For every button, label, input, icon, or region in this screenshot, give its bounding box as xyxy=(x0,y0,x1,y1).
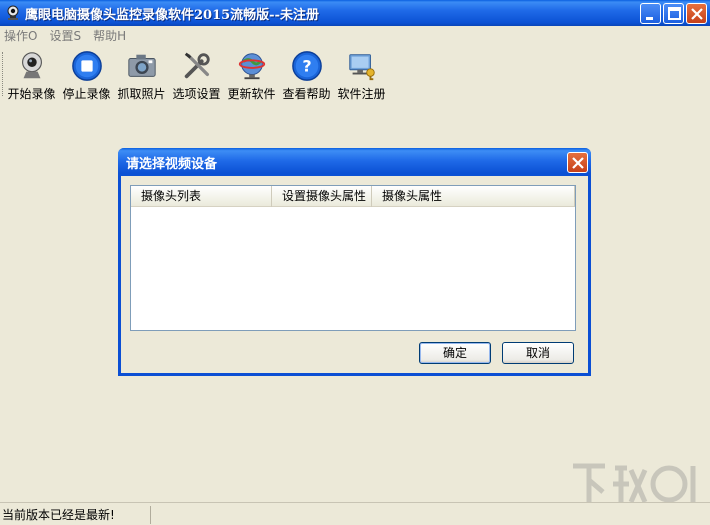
cancel-button[interactable]: 取消 xyxy=(502,342,574,364)
menu-bar: 操作O 设置S 帮助H xyxy=(0,26,710,44)
register-icon xyxy=(348,54,375,81)
close-icon xyxy=(691,8,703,20)
dialog-title: 请选择视频设备 xyxy=(126,156,218,172)
camera-list[interactable]: 摄像头列表 设置摄像头属性 摄像头属性 xyxy=(130,185,576,331)
menu-operate[interactable]: 操作O xyxy=(4,27,37,44)
window-title: 鹰眼电脑摄像头监控录像软件2015流畅版--未注册 xyxy=(25,7,319,23)
close-button[interactable] xyxy=(686,3,707,24)
column-set-camera-properties[interactable]: 设置摄像头属性 xyxy=(272,186,372,207)
register-button[interactable]: 软件注册 xyxy=(334,46,389,102)
globe-icon xyxy=(238,53,265,80)
toolbar-grip[interactable] xyxy=(2,52,4,96)
help-label: 查看帮助 xyxy=(282,87,331,101)
menu-help[interactable]: 帮助H xyxy=(93,27,126,44)
status-bar: 当前版本已经是最新! xyxy=(0,502,710,525)
watermark-logo xyxy=(573,463,696,504)
update-label: 更新软件 xyxy=(227,87,276,101)
window-titlebar[interactable]: 鹰眼电脑摄像头监控录像软件2015流畅版--未注册 xyxy=(0,0,710,26)
camera-icon xyxy=(127,54,156,77)
options-label: 选项设置 xyxy=(172,87,221,101)
take-photo-button[interactable]: 抓取照片 xyxy=(114,46,169,102)
camera-list-header: 摄像头列表 设置摄像头属性 摄像头属性 xyxy=(131,186,575,207)
select-video-device-dialog: 请选择视频设备 摄像头列表 设置摄像头属性 摄像头属性 确定 取消 xyxy=(118,148,591,376)
update-button[interactable]: 更新软件 xyxy=(224,46,279,102)
maximize-button[interactable] xyxy=(663,3,684,24)
register-label: 软件注册 xyxy=(337,87,386,101)
help-button[interactable]: ? 查看帮助 xyxy=(279,46,334,102)
minimize-button[interactable] xyxy=(640,3,661,24)
dialog-titlebar[interactable]: 请选择视频设备 xyxy=(118,148,591,176)
maximize-icon xyxy=(668,7,681,20)
start-record-button[interactable]: 开始录像 xyxy=(4,46,59,102)
stop-record-label: 停止录像 xyxy=(62,87,111,101)
options-button[interactable]: 选项设置 xyxy=(169,46,224,102)
app-icon xyxy=(7,5,19,20)
minimize-icon xyxy=(646,17,653,20)
stop-icon xyxy=(71,51,102,81)
webcam-icon xyxy=(21,52,42,79)
ok-button[interactable]: 确定 xyxy=(419,342,491,364)
start-record-label: 开始录像 xyxy=(7,87,56,101)
dialog-close-button[interactable] xyxy=(567,152,588,173)
toolbar: 开始录像 停止录像 抓取照片 选项设置 更新软件 ? 查看帮助 软件注册 xyxy=(2,46,389,102)
help-icon: ? xyxy=(291,51,322,81)
status-text: 当前版本已经是最新! xyxy=(2,507,115,522)
status-separator xyxy=(150,506,151,524)
close-icon xyxy=(572,157,584,169)
svg-text:?: ? xyxy=(302,57,311,76)
take-photo-label: 抓取照片 xyxy=(117,87,166,101)
tools-icon xyxy=(184,52,210,79)
column-camera-list[interactable]: 摄像头列表 xyxy=(131,186,272,207)
stop-record-button[interactable]: 停止录像 xyxy=(59,46,114,102)
column-camera-properties[interactable]: 摄像头属性 xyxy=(372,186,575,207)
menu-settings[interactable]: 设置S xyxy=(49,27,81,44)
